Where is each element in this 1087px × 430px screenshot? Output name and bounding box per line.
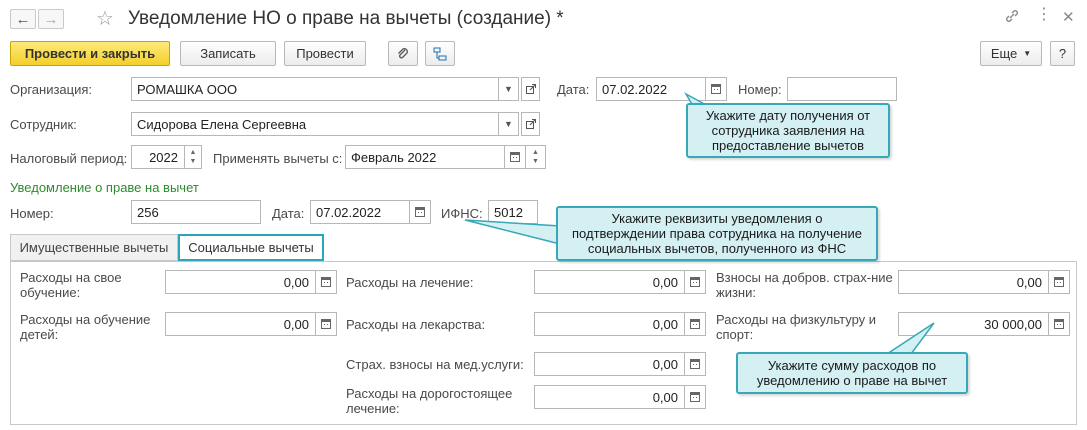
calculator-icon <box>321 277 331 287</box>
notice-section-title: Уведомление о праве на вычет <box>10 180 199 195</box>
ifns-label: ИФНС: <box>441 206 483 221</box>
chevron-down-icon: ▼ <box>1023 49 1032 58</box>
tax-period-label: Налоговый период: <box>10 151 128 166</box>
stepper-down-icon: ▼ <box>532 158 539 165</box>
tab-property-deductions[interactable]: Имущественные вычеты <box>10 234 178 261</box>
apply-from-calendar-button[interactable] <box>505 145 526 169</box>
post-button[interactable]: Провести <box>284 41 366 66</box>
notice-number-label: Номер: <box>10 206 54 221</box>
number-field[interactable] <box>787 77 897 101</box>
children-education-label: Расходы на обучение детей: <box>20 312 151 342</box>
sport-calc-button[interactable] <box>1049 312 1070 336</box>
stepper-up-icon: ▲ <box>189 149 197 156</box>
date-label: Дата: <box>557 82 590 97</box>
life-insurance-label: Взносы на добров. страх-ние жизни: <box>716 270 893 300</box>
own-education-field[interactable]: 0,00 <box>165 270 316 294</box>
medicine-field[interactable]: 0,00 <box>534 312 685 336</box>
notice-date-label: Дата: <box>272 206 305 221</box>
employee-field[interactable]: Сидорова Елена Сергеевна <box>131 112 499 136</box>
close-icon[interactable]: ✕ <box>1062 8 1075 26</box>
amount-hint-tooltip: Укажите сумму расходов по уведомлению о … <box>736 352 968 394</box>
calculator-icon <box>321 319 331 329</box>
date-hint-tooltip: Укажите дату получения от сотрудника зая… <box>686 103 890 158</box>
more-menu-button[interactable]: Еще ▼ <box>980 41 1042 66</box>
sport-label: Расходы на физкультуру и спорт: <box>716 312 877 342</box>
tax-period-field[interactable]: 2022 <box>131 145 185 169</box>
calculator-icon <box>690 277 700 287</box>
children-education-calc-button[interactable] <box>316 312 337 336</box>
more-vertical-icon[interactable]: ⋮ <box>1036 7 1052 23</box>
med-insurance-field[interactable]: 0,00 <box>534 352 685 376</box>
back-arrow-icon: ← <box>15 10 31 28</box>
notice-number-field[interactable]: 256 <box>131 200 261 224</box>
apply-from-stepper[interactable]: ▲ ▼ <box>526 145 546 169</box>
notice-hint-tooltip: Укажите реквизиты уведомления о подтверж… <box>556 206 878 261</box>
help-button[interactable]: ? <box>1050 41 1075 66</box>
number-label: Номер: <box>738 82 782 97</box>
calendar-icon <box>711 84 721 94</box>
apply-from-field[interactable]: Февраль 2022 <box>345 145 505 169</box>
calculator-icon <box>1054 277 1064 287</box>
link-icon[interactable] <box>1004 8 1020 28</box>
save-button[interactable]: Записать <box>180 41 276 66</box>
hierarchy-icon <box>433 47 447 60</box>
treatment-field[interactable]: 0,00 <box>534 270 685 294</box>
calculator-icon <box>690 319 700 329</box>
own-education-calc-button[interactable] <box>316 270 337 294</box>
open-window-icon <box>525 84 536 94</box>
expensive-treatment-calc-button[interactable] <box>685 385 706 409</box>
medicine-label: Расходы на лекарства: <box>346 317 486 332</box>
employee-dropdown-button[interactable]: ▼ <box>498 112 519 136</box>
children-education-field[interactable]: 0,00 <box>165 312 316 336</box>
stepper-down-icon: ▼ <box>189 158 197 165</box>
page-title: Уведомление НО о праве на вычеты (создан… <box>128 8 564 29</box>
calendar-icon <box>510 152 520 162</box>
date-calendar-button[interactable] <box>706 77 727 101</box>
calculator-icon <box>1054 319 1064 329</box>
med-insurance-label: Страх. взносы на мед.услуги: <box>346 357 524 372</box>
expensive-treatment-label: Расходы на дорогостоящее лечение: <box>346 386 513 416</box>
stepper-up-icon: ▲ <box>532 149 539 156</box>
sport-field[interactable]: 30 000,00 <box>898 312 1049 336</box>
organization-label: Организация: <box>10 82 93 97</box>
notice-date-calendar-button[interactable] <box>410 200 431 224</box>
notice-date-field[interactable]: 07.02.2022 <box>310 200 410 224</box>
organization-field[interactable]: РОМАШКА ООО <box>131 77 499 101</box>
medicine-calc-button[interactable] <box>685 312 706 336</box>
paperclip-icon <box>398 47 408 58</box>
expensive-treatment-field[interactable]: 0,00 <box>534 385 685 409</box>
own-education-label: Расходы на свое обучение: <box>20 270 122 300</box>
forward-button[interactable]: → <box>38 9 64 29</box>
more-menu-label: Еще <box>990 46 1018 61</box>
calculator-icon <box>690 392 700 402</box>
open-window-icon <box>525 119 536 129</box>
post-and-close-button[interactable]: Провести и закрыть <box>10 41 170 66</box>
date-field[interactable]: 07.02.2022 <box>596 77 706 101</box>
favorite-star-icon[interactable]: ☆ <box>96 6 114 31</box>
treatment-label: Расходы на лечение: <box>346 275 474 290</box>
employee-label: Сотрудник: <box>10 117 77 132</box>
forward-arrow-icon: → <box>43 10 59 28</box>
calendar-icon <box>415 207 425 217</box>
employee-open-button[interactable] <box>521 112 540 136</box>
ifns-field[interactable]: 5012 <box>488 200 538 224</box>
organization-open-button[interactable] <box>521 77 540 101</box>
med-insurance-calc-button[interactable] <box>685 352 706 376</box>
life-insurance-calc-button[interactable] <box>1049 270 1070 294</box>
life-insurance-field[interactable]: 0,00 <box>898 270 1049 294</box>
organization-dropdown-button[interactable]: ▼ <box>498 77 519 101</box>
tax-period-stepper[interactable]: ▲ ▼ <box>185 145 202 169</box>
treatment-calc-button[interactable] <box>685 270 706 294</box>
back-button[interactable]: ← <box>10 9 36 29</box>
structure-button[interactable] <box>425 41 455 66</box>
apply-from-label: Применять вычеты с: <box>213 151 343 166</box>
tab-social-deductions[interactable]: Социальные вычеты <box>178 234 324 261</box>
attachment-button[interactable] <box>388 41 418 66</box>
calculator-icon <box>690 359 700 369</box>
